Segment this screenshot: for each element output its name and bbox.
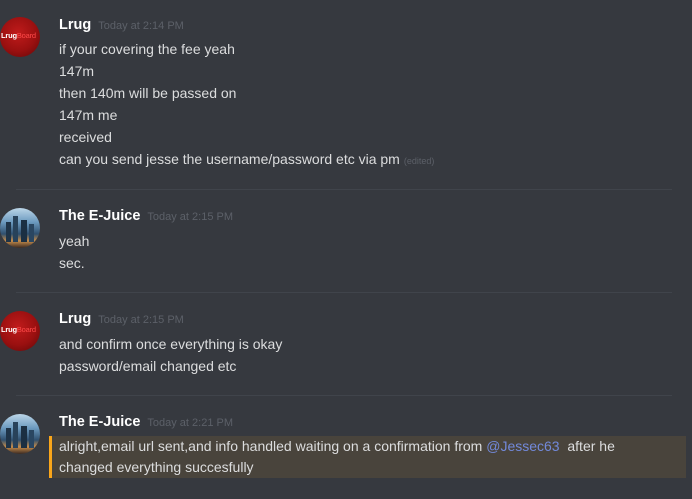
message-line: and confirm once everything is okay bbox=[59, 336, 283, 352]
message-line: then 140m will be passed on bbox=[59, 85, 237, 101]
message-line: can you send jesse the username/password… bbox=[59, 148, 434, 170]
user-avatar[interactable] bbox=[0, 208, 40, 248]
username[interactable]: The E-Juice bbox=[59, 414, 140, 430]
message-line: changed everything succesfully bbox=[59, 459, 254, 475]
username[interactable]: Lrug bbox=[59, 17, 91, 33]
message-text: alright,email url sent,and info handled … bbox=[59, 438, 487, 454]
message-line: 147m me bbox=[59, 107, 118, 123]
message-line: 147m bbox=[59, 63, 95, 79]
edited-label: (edited) bbox=[403, 156, 435, 166]
timestamp: Today at 2:21 PM bbox=[147, 417, 233, 429]
message-line: yeah bbox=[59, 233, 90, 249]
user-avatar[interactable]: LrugBoard bbox=[0, 311, 40, 351]
user-avatar[interactable]: LrugBoard bbox=[0, 17, 40, 57]
message-line: received bbox=[59, 129, 112, 145]
mention-highlight: alright,email url sent,and info handled … bbox=[49, 436, 686, 478]
avatar-logo: LrugBoard bbox=[1, 31, 36, 40]
message-line: if your covering the fee yeah bbox=[59, 41, 235, 57]
message-header: The E-Juice Today at 2:21 PM bbox=[59, 414, 233, 434]
message-header: Lrug Today at 2:15 PM bbox=[59, 311, 184, 331]
message-text: can you send jesse the username/password… bbox=[59, 151, 400, 167]
message-line: sec. bbox=[59, 255, 85, 271]
message-line: password/email changed etc bbox=[59, 358, 237, 374]
message-header: The E-Juice Today at 2:15 PM bbox=[59, 208, 233, 228]
avatar-logo: LrugBoard bbox=[1, 325, 36, 334]
message-group-divider bbox=[16, 292, 672, 293]
chat-message-list: LrugBoard Lrug Today at 2:14 PM if your … bbox=[0, 0, 692, 499]
timestamp: Today at 2:15 PM bbox=[147, 211, 233, 223]
message-group-divider bbox=[16, 189, 672, 190]
message-group-divider bbox=[16, 395, 672, 396]
username[interactable]: The E-Juice bbox=[59, 208, 140, 224]
message-header: Lrug Today at 2:14 PM bbox=[59, 17, 184, 37]
user-mention[interactable]: @Jessec63 bbox=[486, 438, 559, 454]
timestamp: Today at 2:14 PM bbox=[98, 20, 184, 32]
message-text: after he bbox=[559, 438, 615, 454]
message-line: alright,email url sent,and info handled … bbox=[59, 436, 615, 457]
mention-highlight-bar bbox=[49, 436, 52, 478]
timestamp: Today at 2:15 PM bbox=[98, 314, 184, 326]
username[interactable]: Lrug bbox=[59, 311, 91, 327]
user-avatar[interactable] bbox=[0, 414, 40, 454]
